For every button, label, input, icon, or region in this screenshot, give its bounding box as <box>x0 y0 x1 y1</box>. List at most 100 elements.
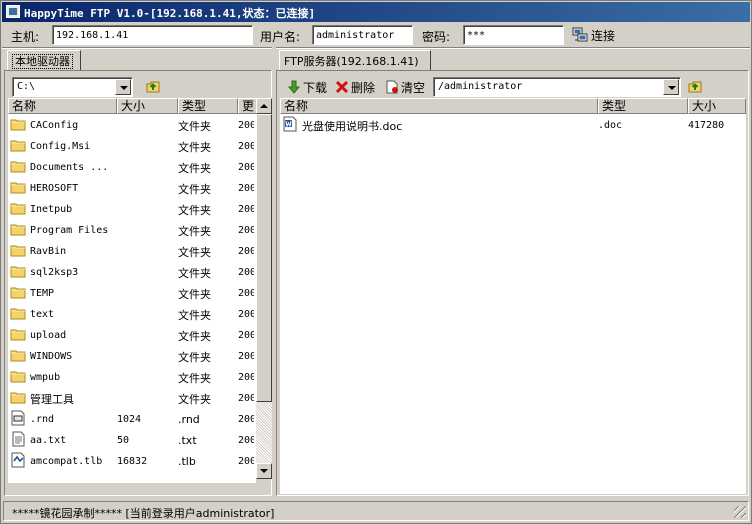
file-date: 200 <box>238 309 254 320</box>
delete-x-icon <box>335 80 349 94</box>
table-row[interactable]: TEMP 文件夹 200 <box>8 283 254 304</box>
local-file-list[interactable]: 名称 大小 类型 更 CAConfig 文件夹 200 Config.Msi 文件夹 20… <box>8 98 256 483</box>
file-date: 200 <box>238 330 254 341</box>
connection-bar: 主机: 用户名: 密码: 连接 <box>2 23 750 47</box>
file-date: 200 <box>238 414 254 425</box>
table-row[interactable]: aa.txt 50 .txt 200 <box>8 430 254 451</box>
file-name: .rnd <box>30 414 55 425</box>
file-type: 文件夹 <box>178 266 211 280</box>
col-header-size[interactable]: 大小 <box>688 98 746 114</box>
table-row[interactable]: 管理工具 文件夹 200 <box>8 388 254 409</box>
file-name: 光盘使用说明书.doc <box>302 119 403 133</box>
table-row[interactable]: WINDOWS 文件夹 200 <box>8 346 254 367</box>
table-row[interactable]: sql2ksp3 文件夹 200 <box>8 262 254 283</box>
tab-ftp-server-label: FTP服务器(192.168.1.41) <box>284 55 419 68</box>
remote-list-header: 名称 类型 大小 <box>280 98 746 114</box>
drive-select-value: C:\ <box>17 81 36 92</box>
file-date: 200 <box>238 162 254 173</box>
file-size: 1024 <box>117 414 142 425</box>
file-size: 417280 <box>688 120 725 131</box>
connect-label: 连接 <box>591 28 616 43</box>
table-row[interactable]: amcompat.tlb 16832 .tlb 200 <box>8 451 254 472</box>
password-label: 密码: <box>422 30 451 44</box>
file-type: .rnd <box>178 413 200 426</box>
parent-folder-icon[interactable] <box>145 78 161 94</box>
table-row[interactable]: Program Files 文件夹 200 <box>8 220 254 241</box>
connect-button[interactable]: 连接 <box>568 24 628 46</box>
user-label: 用户名: <box>260 30 301 44</box>
file-type: 文件夹 <box>178 203 211 217</box>
table-row[interactable]: CAConfig 文件夹 200 <box>8 115 254 136</box>
col-header-type[interactable]: 类型 <box>178 98 238 114</box>
file-date: 200 <box>238 225 254 236</box>
text-file-icon <box>8 431 30 450</box>
drive-select[interactable]: C:\ <box>12 77 133 97</box>
file-date: 200 <box>238 288 254 299</box>
remote-path-value: /administrator <box>438 81 523 92</box>
delete-label: 删除 <box>351 80 376 95</box>
chevron-down-icon[interactable] <box>663 79 679 95</box>
resize-grip-icon[interactable] <box>734 506 746 518</box>
tab-local-drive[interactable]: 本地驱动器 <box>7 50 81 70</box>
file-date: 200 <box>238 393 254 404</box>
file-name: Config.Msi <box>30 141 91 152</box>
table-row[interactable]: 光盘使用说明书.doc .doc 417280 <box>280 115 746 136</box>
file-name: RavBin <box>30 246 67 257</box>
tab-ftp-server[interactable]: FTP服务器(192.168.1.41) <box>279 50 431 70</box>
table-row[interactable]: wmpub 文件夹 200 <box>8 367 254 388</box>
table-row[interactable]: .rnd 1024 .rnd 200 <box>8 409 254 430</box>
file-name: CAConfig <box>30 120 79 131</box>
file-date: 200 <box>238 141 254 152</box>
table-row[interactable]: Config.Msi 文件夹 200 <box>8 136 254 157</box>
folder-icon <box>8 284 30 303</box>
col-header-type[interactable]: 类型 <box>598 98 688 114</box>
file-size: 50 <box>117 435 130 446</box>
file-type: .txt <box>178 434 197 447</box>
file-type: 文件夹 <box>178 245 211 259</box>
col-header-name[interactable]: 名称 <box>280 98 598 114</box>
folder-icon <box>8 368 30 387</box>
clear-page-icon <box>386 80 398 94</box>
file-name: Inetpub <box>30 204 73 215</box>
table-row[interactable]: HEROSOFT 文件夹 200 <box>8 178 254 199</box>
parent-folder-icon[interactable] <box>687 78 703 94</box>
folder-icon <box>8 347 30 366</box>
table-row[interactable]: text 文件夹 200 <box>8 304 254 325</box>
scroll-thumb[interactable] <box>256 114 272 402</box>
file-date: 200 <box>238 204 254 215</box>
password-input[interactable] <box>463 25 564 45</box>
file-type: 文件夹 <box>178 371 211 385</box>
status-bar: *****镜花园承制***** [当前登录用户administrator] <box>3 501 749 521</box>
file-name: TEMP <box>30 288 55 299</box>
scroll-up-arrow-icon[interactable] <box>256 98 272 114</box>
username-input[interactable] <box>312 25 413 45</box>
table-row[interactable]: Inetpub 文件夹 200 <box>8 199 254 220</box>
local-list-header: 名称 大小 类型 更 <box>8 98 256 114</box>
col-header-name[interactable]: 名称 <box>8 98 117 114</box>
col-header-date[interactable]: 更 <box>238 98 256 114</box>
title-bar[interactable]: HappyTime FTP V1.0-[192.168.1.41,状态：已连接] <box>2 2 750 22</box>
download-label: 下载 <box>303 80 328 95</box>
clear-button[interactable]: 清空 <box>385 77 425 97</box>
delete-button[interactable]: 删除 <box>335 77 375 97</box>
host-input[interactable] <box>52 25 253 45</box>
download-button[interactable]: 下载 <box>287 77 327 97</box>
table-row[interactable]: upload 文件夹 200 <box>8 325 254 346</box>
scroll-down-arrow-icon[interactable] <box>256 463 272 479</box>
window-title: HappyTime FTP V1.0-[192.168.1.41,状态：已连接] <box>24 7 316 20</box>
file-type: .doc <box>598 120 623 131</box>
chevron-down-icon[interactable] <box>115 79 131 95</box>
file-type: 文件夹 <box>178 182 211 196</box>
file-date: 200 <box>238 267 254 278</box>
table-row[interactable]: RavBin 文件夹 200 <box>8 241 254 262</box>
file-name: Program Files <box>30 225 109 236</box>
table-row[interactable]: Documents ... 文件夹 200 <box>8 157 254 178</box>
rnd-file-icon <box>8 410 30 429</box>
tab-local-drive-label: 本地驱动器 <box>12 54 73 69</box>
local-scrollbar[interactable] <box>256 98 272 479</box>
remote-file-list[interactable]: 名称 类型 大小 光盘使用说明书.doc .doc 417280 <box>280 98 746 494</box>
remote-path-select[interactable]: /administrator <box>433 77 681 97</box>
col-header-size[interactable]: 大小 <box>117 98 178 114</box>
folder-icon <box>8 116 30 135</box>
folder-icon <box>8 242 30 261</box>
